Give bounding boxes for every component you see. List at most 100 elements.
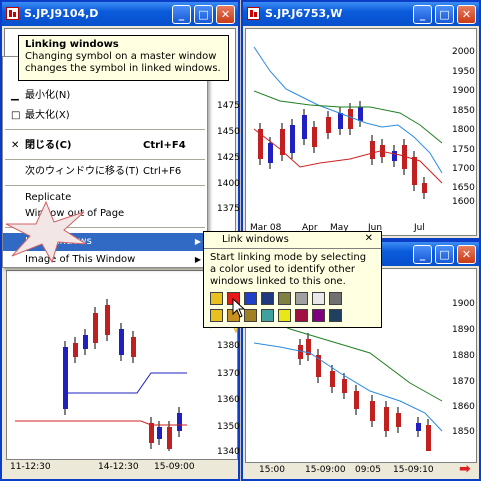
tooltip-line: changes the symbol in linked windows. (25, 63, 221, 74)
y-tick: 1850 (452, 106, 475, 116)
close-icon: ✕ (11, 140, 20, 151)
y-tick: 1870 (452, 377, 475, 387)
color-swatch[interactable] (261, 309, 274, 322)
candle-body (93, 313, 98, 343)
color-swatch[interactable] (329, 292, 342, 305)
color-swatch[interactable] (278, 292, 291, 305)
candle-body (392, 151, 397, 161)
x-tick: 15-09:00 (154, 462, 195, 472)
y-tick: 1380 (217, 341, 240, 351)
y-tick: 1350 (217, 422, 240, 432)
submenu-arrow-icon: ▶ (194, 255, 201, 264)
menu-item-next-window[interactable]: 次のウィンドウに移る(T) Ctrl+F6 (3, 163, 207, 181)
candle-body (370, 141, 375, 159)
color-swatch[interactable] (312, 292, 325, 305)
y-tick: 1370 (217, 369, 240, 379)
candle-body (149, 423, 154, 443)
titlebar-top-left[interactable]: S.JP.J9104,D _ □ ✕ (2, 2, 238, 26)
color-swatch[interactable] (295, 292, 308, 305)
candle-body (298, 345, 303, 359)
candle-body (326, 117, 331, 133)
candle-body (358, 107, 363, 121)
candle-body (131, 337, 136, 357)
link-windows-popup[interactable]: Link windows ✕ Start linking mode by sel… (203, 231, 382, 328)
candle-body (302, 115, 307, 139)
minimize-button[interactable]: _ (413, 245, 432, 264)
support-line-red (15, 420, 187, 426)
candle-body (384, 407, 389, 431)
color-swatch[interactable] (210, 292, 223, 305)
color-swatch[interactable] (295, 309, 308, 322)
y-tick: 1750 (452, 145, 475, 155)
color-swatch[interactable] (329, 309, 342, 322)
submenu-arrow-icon: ▶ (194, 237, 201, 246)
maximize-button[interactable]: □ (194, 5, 213, 24)
maximize-button[interactable]: □ (435, 5, 454, 24)
y-tick: 1475 (217, 101, 240, 111)
color-swatch[interactable] (278, 309, 291, 322)
scroll-right-arrow-icon[interactable]: ➡ (459, 462, 475, 476)
x-tick: 15-09:00 (305, 465, 346, 475)
y-tick: 1880 (452, 351, 475, 361)
menu-separator (5, 185, 205, 186)
candle-body (167, 427, 172, 449)
candle-body (348, 109, 353, 129)
close-button[interactable]: ✕ (216, 5, 235, 24)
window-title: S.JP.J9104,D (24, 7, 99, 20)
minimize-button[interactable]: _ (172, 5, 191, 24)
popup-title: Link windows (222, 234, 289, 245)
candle-body (426, 425, 431, 451)
close-button[interactable]: ✕ (457, 245, 476, 264)
menu-item-maximize[interactable]: □ 最大化(X) (3, 107, 207, 125)
popup-close-button[interactable]: ✕ (365, 233, 373, 244)
menu-item-close[interactable]: ✕ 閉じる(C) Ctrl+F4 (3, 137, 207, 155)
y-tick: 1360 (217, 395, 240, 405)
x-tick: 15-09:10 (393, 465, 434, 475)
candle-body (312, 127, 317, 147)
candle-body (338, 113, 343, 129)
minimize-button[interactable]: _ (413, 5, 432, 24)
color-swatch[interactable] (210, 309, 223, 322)
color-swatch[interactable] (312, 309, 325, 322)
y-tick: 1425 (217, 153, 240, 163)
candle-body (119, 329, 124, 355)
titlebar-top-right[interactable]: S.JP.J6753,W _ □ ✕ (243, 2, 479, 26)
candle-body (63, 347, 68, 409)
y-tick: 1450 (217, 127, 240, 137)
y-tick: 1950 (452, 67, 475, 77)
y-tick: 1860 (452, 402, 475, 412)
maximize-icon: □ (11, 110, 21, 121)
y-tick: 1900 (452, 299, 475, 309)
price-plot (253, 46, 443, 199)
y-tick: 1650 (452, 183, 475, 193)
window-top-right[interactable]: S.JP.J6753,W _ □ ✕ 2000 1950 1900 1850 1… (241, 0, 481, 240)
minimize-icon: ▁ (11, 90, 19, 101)
y-tick: 1700 (452, 164, 475, 174)
menu-item-minimize[interactable]: ▁ 最小化(N) (3, 87, 207, 105)
y-tick: 1800 (452, 125, 475, 135)
candle-body (396, 413, 401, 427)
chart-area-top-right[interactable]: 2000 1950 1900 1850 1800 1750 1700 1650 … (245, 28, 477, 236)
candle-body (83, 335, 88, 349)
candle-body (105, 305, 110, 335)
candle-body (268, 143, 273, 163)
y-tick: 1850 (452, 427, 475, 437)
menu-separator (5, 159, 205, 160)
popup-text: Start linking mode by selecting (210, 252, 367, 263)
y-tick: 1340 (217, 447, 240, 457)
starburst-icon (5, 200, 87, 264)
mouse-cursor-icon (232, 298, 246, 318)
tooltip-line: Changing symbol on a master window (25, 51, 217, 62)
close-button[interactable]: ✕ (457, 5, 476, 24)
x-tick: 15:00 (259, 465, 285, 475)
candle-body (416, 423, 421, 431)
y-tick: 1400 (217, 179, 240, 189)
color-swatch[interactable] (261, 292, 274, 305)
y-tick: 2000 (452, 47, 475, 57)
candle-body (412, 157, 417, 185)
maximize-button[interactable]: □ (435, 245, 454, 264)
x-tick: 09:05 (355, 465, 381, 475)
menu-separator (5, 129, 205, 130)
candle-body (177, 413, 182, 431)
support-line-blue (65, 372, 187, 394)
